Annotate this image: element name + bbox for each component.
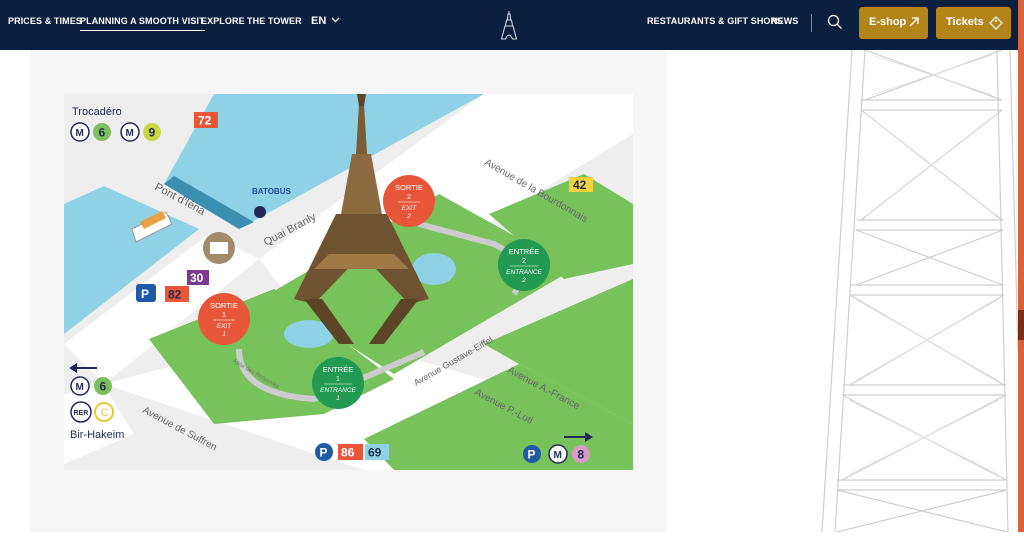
chevron-down-icon bbox=[331, 17, 340, 23]
batobus-stop-icon bbox=[254, 206, 266, 218]
search-icon[interactable] bbox=[827, 14, 843, 30]
marker-line: 1 bbox=[222, 331, 226, 338]
svg-text:P: P bbox=[320, 446, 328, 460]
marker-line: 2 bbox=[521, 277, 526, 284]
page-accent-strip bbox=[1018, 0, 1024, 532]
svg-text:P: P bbox=[141, 287, 149, 301]
decorative-tower-structure bbox=[667, 49, 1019, 533]
tickets-label: Tickets bbox=[946, 16, 984, 28]
svg-text:M: M bbox=[554, 450, 562, 461]
marker-line: SORTIE bbox=[210, 301, 238, 310]
exit-2-marker[interactable]: SORTIE 2 EXIT 2 bbox=[383, 175, 435, 227]
scrollbar-thumb[interactable] bbox=[1018, 310, 1024, 340]
marker-line: 1 bbox=[336, 374, 340, 383]
marker-line: 2 bbox=[406, 213, 411, 220]
trocadero-label: Trocadéro bbox=[72, 106, 122, 118]
svg-text:RER: RER bbox=[74, 410, 89, 417]
svg-text:M: M bbox=[76, 382, 84, 393]
nav-prices-times[interactable]: PRICES & TIMES bbox=[8, 16, 82, 26]
tickets-button[interactable]: Tickets bbox=[936, 7, 1011, 39]
map-illustration: M 6 M 9 Trocadéro 72 42 BATOBUS 30 P 82 … bbox=[64, 94, 633, 470]
marker-line: 2 bbox=[407, 192, 411, 201]
bir-hakeim-label: Bir-Hakeim bbox=[70, 429, 124, 441]
bus-86-label: 86 bbox=[341, 446, 355, 460]
metro-trocadero-line-9: 9 bbox=[149, 126, 156, 140]
language-label: EN bbox=[311, 15, 327, 27]
marker-line: EXIT bbox=[217, 323, 232, 330]
top-navigation-bar: PRICES & TIMES PLANNING A SMOOTH VISIT E… bbox=[0, 0, 1018, 50]
svg-text:P: P bbox=[528, 448, 536, 462]
marker-line: 2 bbox=[522, 256, 526, 265]
batobus-label: BATOBUS bbox=[252, 187, 291, 196]
marker-line: ENTRANCE bbox=[320, 387, 356, 394]
nav-restaurants-gift-shops[interactable]: RESTAURANTS & GIFT SHOPS bbox=[647, 16, 783, 26]
entrance-1-marker[interactable]: ENTRÉE 1 ENTRANCE 1 bbox=[312, 357, 364, 409]
marker-line: 1 bbox=[222, 310, 226, 319]
bus-72-label: 72 bbox=[198, 114, 212, 128]
marker-line: ENTRANCE bbox=[506, 269, 542, 276]
bus-42-label: 42 bbox=[573, 178, 587, 192]
bus-30-label: 30 bbox=[190, 271, 204, 285]
nav-planning-visit[interactable]: PLANNING A SMOOTH VISIT bbox=[80, 16, 205, 31]
bus-82-label: 82 bbox=[168, 288, 182, 302]
bus-69-label: 69 bbox=[368, 446, 382, 460]
nav-explore[interactable]: EXPLORE bbox=[201, 16, 245, 26]
entrance-2-marker[interactable]: ENTRÉE 2 ENTRANCE 2 bbox=[498, 239, 550, 291]
marker-line: ENTRÉE bbox=[509, 247, 539, 256]
metro-line-8-label: 8 bbox=[578, 448, 585, 462]
marker-line: 1 bbox=[336, 395, 340, 402]
svg-text:M: M bbox=[76, 128, 84, 139]
nav-the-tower[interactable]: THE TOWER bbox=[247, 16, 302, 26]
marker-line: EXIT bbox=[402, 205, 417, 212]
nav-news[interactable]: NEWS bbox=[771, 16, 798, 26]
language-selector[interactable]: EN bbox=[311, 15, 340, 27]
eshop-label: E-shop bbox=[869, 16, 907, 28]
marker-line: SORTIE bbox=[395, 183, 423, 192]
nav-divider bbox=[811, 14, 812, 32]
rer-c-label: C bbox=[101, 407, 109, 419]
access-map: M 6 M 9 Trocadéro 72 42 BATOBUS 30 P 82 … bbox=[64, 94, 633, 470]
exit-1-marker[interactable]: SORTIE 1 EXIT 1 bbox=[198, 293, 250, 345]
svg-text:M: M bbox=[126, 128, 134, 139]
arrow-up-right-icon bbox=[909, 17, 919, 27]
metro-bir-hakeim-line-6: 6 bbox=[100, 380, 107, 394]
ticket-icon bbox=[989, 16, 1003, 30]
metro-trocadero-line-6: 6 bbox=[99, 126, 106, 140]
eiffel-tower-logo-icon[interactable] bbox=[500, 10, 518, 40]
eshop-button[interactable]: E-shop bbox=[859, 7, 928, 39]
marker-line: ENTRÉE bbox=[323, 365, 353, 374]
tower-lattice-illustration bbox=[667, 49, 1019, 533]
